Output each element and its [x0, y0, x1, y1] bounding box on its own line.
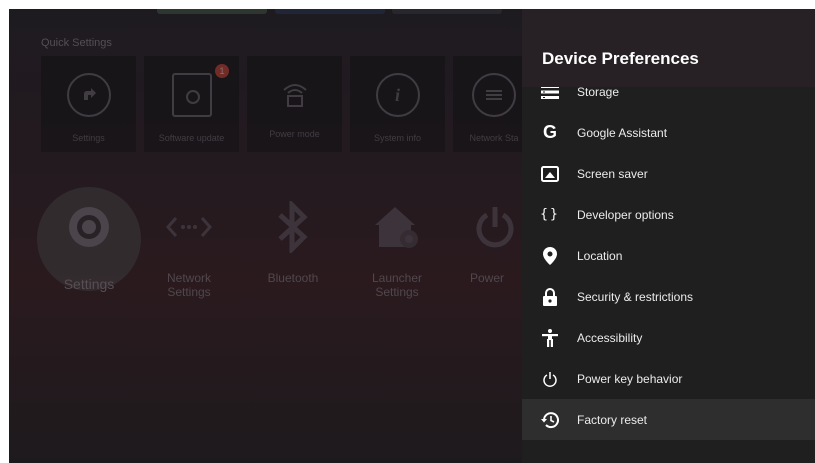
tv-screen: Quick Settings Settings 1 Software updat… — [9, 9, 815, 463]
update-badge: 1 — [215, 64, 229, 78]
braces-icon: {} — [540, 207, 560, 222]
menu-item-power-key-behavior[interactable]: Power key behavior — [522, 358, 815, 399]
power-icon — [540, 369, 560, 389]
power-mode-icon — [275, 73, 315, 113]
quick-tile-power-mode[interactable]: Power mode — [247, 56, 342, 152]
quick-tile-software-update[interactable]: 1 Software update — [144, 56, 239, 152]
menu-item-label: Developer options — [577, 207, 674, 222]
app-power[interactable]: Power — [451, 187, 523, 285]
preferences-menu: Storage G Google Assistant Screen saver … — [522, 71, 815, 440]
tile-label: Network Sta — [469, 133, 519, 143]
screen-saver-icon — [540, 164, 560, 184]
menu-item-location[interactable]: Location — [522, 235, 815, 276]
app-settings[interactable]: Settings — [39, 187, 139, 291]
network-status-icon — [472, 73, 516, 117]
menu-item-label: Security & restrictions — [577, 289, 694, 304]
lock-icon — [540, 287, 560, 307]
device-preferences-panel: Storage G Google Assistant Screen saver … — [522, 9, 815, 463]
top-row-card — [157, 9, 267, 14]
google-icon: G — [542, 122, 557, 142]
background-launcher: Quick Settings Settings 1 Software updat… — [9, 9, 523, 463]
panel-header: Device Preferences — [522, 9, 815, 87]
menu-item-security-restrictions[interactable]: Security & restrictions — [522, 276, 815, 317]
update-icon — [171, 73, 212, 117]
app-label: Settings — [63, 276, 115, 292]
menu-item-label: Factory reset — [577, 412, 648, 427]
history-reset-icon — [540, 410, 560, 430]
tile-label: Software update — [158, 133, 225, 143]
menu-item-google-assistant[interactable]: G Google Assistant — [522, 112, 815, 153]
menu-item-label: Location — [577, 248, 623, 263]
menu-item-accessibility[interactable]: Accessibility — [522, 317, 815, 358]
network-arrows-icon — [149, 187, 229, 267]
menu-item-developer-options[interactable]: {} Developer options — [522, 194, 815, 235]
app-launcher-settings[interactable]: Launcher Settings — [347, 187, 447, 299]
top-row-card — [392, 9, 502, 14]
home-gear-icon — [357, 187, 437, 267]
quick-tile-network-status[interactable]: Network Sta — [453, 56, 523, 152]
panel-title: Device Preferences — [542, 49, 699, 68]
power-icon — [451, 187, 523, 267]
tile-label: Settings — [72, 133, 105, 143]
app-label: Network Settings — [166, 271, 211, 299]
menu-item-screen-saver[interactable]: Screen saver — [522, 153, 815, 194]
settings-arrow-icon — [66, 73, 111, 117]
info-icon: i — [375, 73, 420, 117]
location-pin-icon — [540, 246, 560, 266]
tile-label: System info — [373, 133, 422, 143]
menu-item-label: Power key behavior — [577, 371, 683, 386]
accessibility-icon — [540, 328, 560, 348]
app-network-settings[interactable]: Network Settings — [139, 187, 239, 299]
app-label: Launcher Settings — [371, 271, 423, 299]
menu-item-label: Google Assistant — [577, 125, 668, 140]
bluetooth-icon — [253, 187, 333, 267]
menu-item-label: Screen saver — [577, 166, 648, 181]
app-label: Bluetooth — [267, 271, 319, 285]
quick-tile-system-info[interactable]: i System info — [350, 56, 445, 152]
app-label: Power — [469, 271, 504, 285]
app-bluetooth[interactable]: Bluetooth — [243, 187, 343, 285]
quick-settings-title: Quick Settings — [41, 37, 112, 49]
tile-label: Power mode — [269, 129, 320, 139]
top-row-card — [275, 9, 385, 14]
menu-item-label: Accessibility — [577, 330, 643, 345]
menu-item-factory-reset[interactable]: Factory reset — [522, 399, 815, 440]
quick-tile-settings[interactable]: Settings — [41, 56, 136, 152]
gear-icon — [49, 187, 129, 267]
